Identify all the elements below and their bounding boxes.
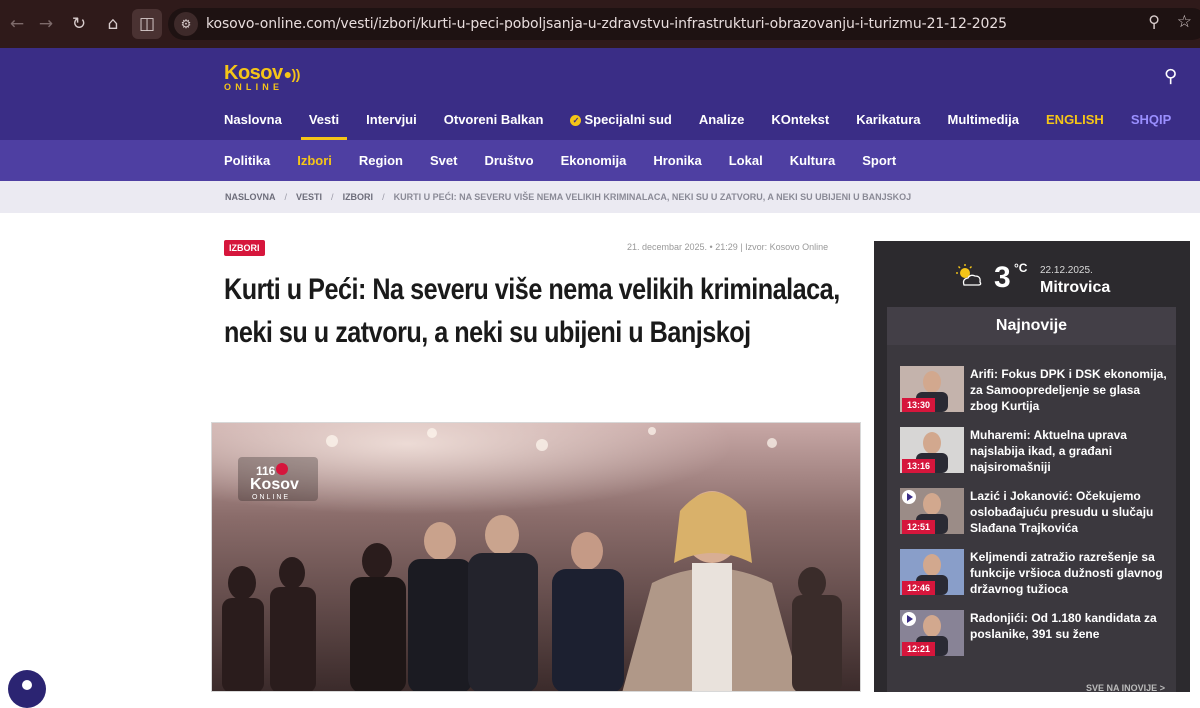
main-nav-label: Otvoreni Balkan <box>443 112 544 127</box>
logo-main-text: Kosov <box>224 62 283 84</box>
article-meta: 21. decembar 2025. • 21:29 | Izvor: Koso… <box>627 242 829 252</box>
sub-nav-item-izbori[interactable]: Izbori <box>297 153 332 168</box>
article-hero-image[interactable]: 116 Kosov ONLINE <box>211 422 861 692</box>
weather-city: Mitrovica <box>1040 279 1111 296</box>
main-nav-label: Analize <box>698 112 745 127</box>
browser-toolbar: ← → ↻ ⌂ ◫ ⚙ kosovo-online.com/vesti/izbo… <box>0 0 1200 48</box>
main-nav-label: Multimedija <box>947 112 1020 127</box>
breadcrumb: NASLOVNA / VESTI / IZBORI / KURTI U PEĆI… <box>225 192 911 202</box>
watermark-main: Kosov <box>250 476 299 493</box>
see-all-latest-link[interactable]: SVE NA INOVIJE > <box>1086 683 1165 692</box>
news-time: 13:30 <box>902 398 936 412</box>
breadcrumb-current: KURTI U PEĆI: NA SEVERU VIŠE NEMA VELIKI… <box>393 192 912 202</box>
category-tag[interactable]: IZBORI <box>224 240 265 256</box>
news-time: 12:51 <box>902 520 936 534</box>
main-nav-label: Karikatura <box>856 112 921 127</box>
search-icon[interactable]: ⚲ <box>1164 66 1177 87</box>
sub-nav-item-kultura[interactable]: Kultura <box>790 153 836 168</box>
site-header: Kosov●)) ONLINE ⚲ Naslovna Vesti Intervjui… <box>0 48 1200 140</box>
weather-unit: °C <box>1014 261 1028 275</box>
latest-news-item[interactable]: 12:46 Keljmendi zatražio razrešenje sa fu… <box>900 549 1170 605</box>
sub-nav-item-region[interactable]: Region <box>359 153 403 168</box>
site-logo[interactable]: Kosov●)) ONLINE <box>224 62 300 92</box>
main-nav-item-shqip[interactable]: SHQIP <box>1131 112 1171 140</box>
signal-icon: ●)) <box>283 66 301 82</box>
sub-nav: Politika Izbori Region Svet Društvo Ekonomija… <box>224 153 923 168</box>
main-nav-label: ENGLISH <box>1046 112 1104 127</box>
back-icon[interactable]: ← <box>2 9 32 39</box>
main-nav-item-multimedija[interactable]: Multimedija <box>948 112 1020 140</box>
sub-nav-item-ekonomija[interactable]: Ekonomija <box>561 153 627 168</box>
main-nav-label: KOntekst <box>771 112 830 127</box>
main-nav-label: Vesti <box>308 112 340 127</box>
latest-news-item[interactable]: 12:51 Lazić i Jokanović: Očekujemo osloba… <box>900 488 1170 544</box>
weather-temp: 3 <box>994 261 1011 294</box>
check-badge-icon: ✓ <box>570 115 582 126</box>
forward-icon[interactable]: → <box>31 9 61 39</box>
news-title[interactable]: Keljmendi zatražio razrešenje sa funkcij… <box>970 549 1170 597</box>
image-watermark: 116 Kosov ONLINE <box>238 457 318 501</box>
partly-cloudy-icon <box>956 264 982 286</box>
latest-news-item[interactable]: 13:30 Arifi: Fokus DPK i DSK ekonomija, z… <box>900 366 1170 422</box>
video-play-icon <box>902 490 916 504</box>
article-title-wrap: Kurti u Peći: Na severu više nema veliki… <box>224 268 964 354</box>
sub-nav-item-lokal[interactable]: Lokal <box>729 153 763 168</box>
breadcrumb-separator: / <box>382 192 385 202</box>
watermark-sub: ONLINE <box>252 494 290 501</box>
news-time: 13:16 <box>902 459 936 473</box>
main-nav-item-karikatura[interactable]: Karikatura <box>856 112 920 140</box>
sub-nav-item-politika[interactable]: Politika <box>224 153 270 168</box>
main-nav-item-otvoreni-balkan[interactable]: Otvoreni Balkan <box>444 112 544 140</box>
accessibility-button[interactable] <box>8 670 46 708</box>
sub-nav-item-hronika[interactable]: Hronika <box>653 153 701 168</box>
news-title[interactable]: Muharemi: Aktuelna uprava najslabija ika… <box>970 427 1170 475</box>
news-title[interactable]: Radonjići: Od 1.180 kandidata za poslani… <box>970 610 1170 642</box>
article-title: Kurti u Peći: Na severu više nema veliki… <box>224 273 840 349</box>
main-nav-item-analize[interactable]: Analize <box>699 112 745 140</box>
main-nav-item-naslovna[interactable]: Naslovna <box>224 112 282 140</box>
zoom-icon[interactable]: ⚲ <box>1148 12 1160 31</box>
split-view-icon[interactable]: ◫ <box>132 9 162 39</box>
url-text[interactable]: kosovo-online.com/vesti/izbori/kurti-u-p… <box>206 16 1007 32</box>
breadcrumb-category[interactable]: IZBORI <box>343 192 374 202</box>
sub-nav-item-sport[interactable]: Sport <box>862 153 896 168</box>
main-nav-label: Intervjui <box>366 112 417 127</box>
bookmark-star-icon[interactable]: ☆ <box>1177 12 1192 32</box>
home-icon[interactable]: ⌂ <box>98 9 128 39</box>
main-nav-item-vesti[interactable]: Vesti <box>300 112 348 140</box>
main-nav: Naslovna Vesti Intervjui Otvoreni Balkan ✓ Sp… <box>224 112 1198 140</box>
breadcrumb-section[interactable]: VESTI <box>296 192 322 202</box>
sub-nav-bar: Politika Izbori Region Svet Društvo Ekonomija… <box>0 140 1200 181</box>
latest-news-title: Najnovije <box>887 307 1176 345</box>
news-time: 12:21 <box>902 642 936 656</box>
main-nav-label: Naslovna <box>224 112 282 127</box>
main-nav-item-kontekst[interactable]: KOntekst <box>771 112 829 140</box>
latest-news-item[interactable]: 12:21 Radonjići: Od 1.180 kandidata za po… <box>900 610 1170 666</box>
latest-news-list: 13:30 Arifi: Fokus DPK i DSK ekonomija, z… <box>887 345 1176 692</box>
news-title[interactable]: Lazić i Jokanović: Očekujemo oslobađajuć… <box>970 488 1170 536</box>
sub-nav-item-društvo[interactable]: Društvo <box>484 153 533 168</box>
main-nav-item-english[interactable]: ENGLISH <box>1046 112 1104 140</box>
video-play-icon <box>902 612 916 626</box>
site-info-icon[interactable]: ⚙ <box>174 12 198 36</box>
hero-photo: 116 Kosov ONLINE <box>212 423 860 691</box>
main-nav-label: Specijalni sud <box>584 112 672 127</box>
breadcrumb-separator: / <box>331 192 334 202</box>
news-title[interactable]: Arifi: Fokus DPK i DSK ekonomija, za Sam… <box>970 366 1170 414</box>
reload-icon[interactable]: ↻ <box>64 9 94 39</box>
main-nav-item-intervjui[interactable]: Intervjui <box>366 112 417 140</box>
main-nav-item-specijalni-sud[interactable]: ✓ Specijalni sud <box>570 112 672 140</box>
latest-news-item[interactable]: 13:16 Muharemi: Aktuelna uprava najslabij… <box>900 427 1170 483</box>
address-bar[interactable]: ⚙ kosovo-online.com/vesti/izbori/kurti-u… <box>168 8 1200 40</box>
weather-date: 22.12.2025. <box>1040 265 1093 276</box>
news-time: 12:46 <box>902 581 936 595</box>
sidebar: 3 °C 22.12.2025. Mitrovica Najnovije 13:… <box>874 241 1190 692</box>
breadcrumb-home[interactable]: NASLOVNA <box>225 192 276 202</box>
breadcrumb-bar: NASLOVNA / VESTI / IZBORI / KURTI U PEĆI… <box>0 181 1200 213</box>
sub-nav-item-svet[interactable]: Svet <box>430 153 457 168</box>
breadcrumb-separator: / <box>284 192 288 202</box>
main-nav-label: SHQIP <box>1130 112 1172 127</box>
